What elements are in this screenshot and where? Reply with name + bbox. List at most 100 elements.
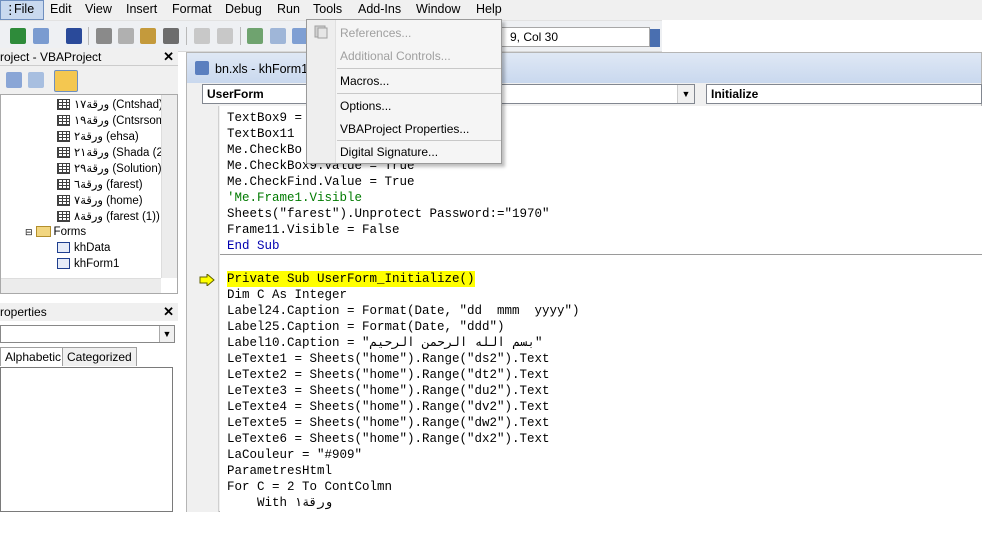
menu-separator [337, 140, 501, 141]
current-execution-line: Private Sub UserForm_Initialize() [227, 271, 475, 287]
properties-close-icon[interactable]: ✕ [163, 304, 174, 320]
tree-folder-forms[interactable]: ⊟ Forms [25, 226, 86, 242]
collapse-icon[interactable]: ⊟ [25, 227, 33, 237]
find-icon[interactable] [163, 28, 179, 44]
toolbar-separator [88, 27, 89, 45]
tree-horizontal-scrollbar[interactable] [1, 278, 161, 293]
menu-item-references: References... [340, 26, 412, 40]
worksheet-icon [57, 131, 70, 143]
object-combo-value: UserForm [207, 87, 264, 101]
code-editor[interactable]: TextBox9 = TextBox11 Me.CheckBo Me.Check… [220, 106, 982, 512]
menu-file[interactable]: File [14, 2, 34, 16]
chevron-down-icon[interactable]: ▼ [159, 326, 174, 342]
menu-item-vbaproject-properties[interactable]: VBAProject Properties... [340, 122, 469, 136]
project-explorer-toolbar [0, 66, 178, 94]
tree-item[interactable]: ورقة٢١ (Shada (2 [57, 145, 163, 161]
menu-view[interactable]: View [85, 2, 112, 16]
properties-title: roperties [0, 305, 47, 319]
menu-window[interactable]: Window [416, 2, 460, 16]
procedure-combo[interactable]: Initialize [706, 84, 982, 104]
code-line: With ورقة١ [227, 496, 333, 510]
code-line: Sheets("farest").Unprotect Password:="19… [227, 207, 550, 221]
code-line: Me.CheckBo [227, 143, 303, 157]
worksheet-icon [57, 195, 70, 207]
folder-icon [35, 226, 51, 238]
copy-icon[interactable] [118, 28, 134, 44]
toolbar-options-chevron[interactable] [650, 29, 660, 47]
worksheet-icon [57, 115, 70, 127]
code-line: Me.CheckFind.Value = True [227, 175, 415, 189]
tab-alphabetic[interactable]: Alphabetic [0, 347, 67, 366]
menu-add-ins[interactable]: Add-Ins [358, 2, 401, 16]
save-icon[interactable] [66, 28, 82, 44]
tree-vertical-scrollbar[interactable] [161, 95, 177, 278]
menu-separator [337, 93, 501, 94]
view-object-icon[interactable] [28, 72, 44, 88]
references-icon [314, 25, 328, 39]
toggle-folders-icon[interactable] [54, 70, 78, 92]
tools-menu-dropdown: References... Additional Controls... Mac… [306, 19, 502, 164]
tab-categorized[interactable]: Categorized [62, 347, 137, 366]
code-line: Label10.Caption = "بسم الله الرحمن الرحي… [227, 336, 543, 350]
tree-item[interactable]: ورقة١٩ (Cntsrsom [57, 113, 165, 129]
excel-view-icon[interactable] [10, 28, 26, 44]
menu-separator [337, 68, 501, 69]
tree-item[interactable]: ورقة٢٩ (Solution) [57, 161, 162, 177]
cursor-position-text: 9, Col 30 [510, 30, 559, 44]
tree-item[interactable]: khData [57, 242, 110, 258]
cut-icon[interactable] [96, 28, 112, 44]
execution-arrow-icon [199, 274, 215, 286]
toolbar-separator [186, 27, 187, 45]
tree-item[interactable]: ورقة٧ (home) [57, 193, 143, 209]
menu-help[interactable]: Help [476, 2, 502, 16]
menu-item-macros[interactable]: Macros... [340, 74, 389, 88]
userform-icon [57, 258, 70, 270]
worksheet-icon [57, 99, 70, 111]
menu-bar: ⋮ File Edit View Insert Format Debug Run… [0, 0, 982, 20]
menu-item-options[interactable]: Options... [340, 99, 391, 113]
code-line: TextBox9 = [227, 111, 303, 125]
redo-icon[interactable] [217, 28, 233, 44]
project-explorer-title-bar: roject - VBAProject ✕ [0, 48, 178, 66]
properties-title-bar: roperties ✕ [0, 303, 178, 321]
code-line: LeTexte5 = Sheets("home").Range("dw2").T… [227, 416, 550, 430]
menu-tools[interactable]: Tools [313, 2, 342, 16]
cursor-position-box: 9, Col 30 [500, 27, 650, 47]
code-line: For C = 2 To ContColmn [227, 480, 393, 494]
code-line: Label24.Caption = Format(Date, "dd mmm y… [227, 304, 580, 318]
run-icon[interactable] [247, 28, 263, 44]
menu-format[interactable]: Format [172, 2, 212, 16]
tree-item[interactable]: ورقة٢ (ehsa) [57, 129, 139, 145]
worksheet-icon [57, 163, 70, 175]
menu-edit[interactable]: Edit [50, 2, 72, 16]
menu-run[interactable]: Run [277, 2, 300, 16]
project-explorer-close-icon[interactable]: ✕ [163, 49, 174, 65]
menu-debug[interactable]: Debug [225, 2, 262, 16]
menu-item-digital-signature[interactable]: Digital Signature... [340, 145, 438, 159]
undo-icon[interactable] [194, 28, 210, 44]
properties-grid[interactable] [0, 367, 173, 512]
code-line-comment: 'Me.Frame1.Visible [227, 191, 363, 205]
insert-userform-icon[interactable] [33, 28, 49, 44]
code-line: LaCouleur = "#909" [227, 448, 363, 462]
tree-item[interactable]: ورقة٦ (farest) [57, 177, 143, 193]
break-icon[interactable] [270, 28, 286, 44]
properties-object-combo[interactable]: ▼ [0, 325, 175, 343]
code-line: LeTexte1 = Sheets("home").Range("ds2").T… [227, 352, 550, 366]
menu-item-additional-controls: Additional Controls... [340, 49, 451, 63]
worksheet-icon [57, 211, 70, 223]
worksheet-icon [57, 147, 70, 159]
tree-item-selected[interactable]: khForm1 [57, 258, 119, 274]
paste-icon[interactable] [140, 28, 156, 44]
code-line: Frame11.Visible = False [227, 223, 400, 237]
tree-item[interactable]: ورقة١٧ (Cntshad) [57, 97, 163, 113]
toolbar-separator [240, 27, 241, 45]
menu-insert[interactable]: Insert [126, 2, 157, 16]
tree-item[interactable]: ورقة٨ (farest (1)) [57, 209, 160, 225]
code-line: LeTexte3 = Sheets("home").Range("du2").T… [227, 384, 550, 398]
chevron-down-icon[interactable]: ▼ [677, 85, 694, 103]
code-window-icon [195, 61, 209, 75]
view-code-icon[interactable] [6, 72, 22, 88]
margin-indicator-bar[interactable] [187, 106, 219, 512]
procedure-combo-value: Initialize [711, 87, 759, 101]
